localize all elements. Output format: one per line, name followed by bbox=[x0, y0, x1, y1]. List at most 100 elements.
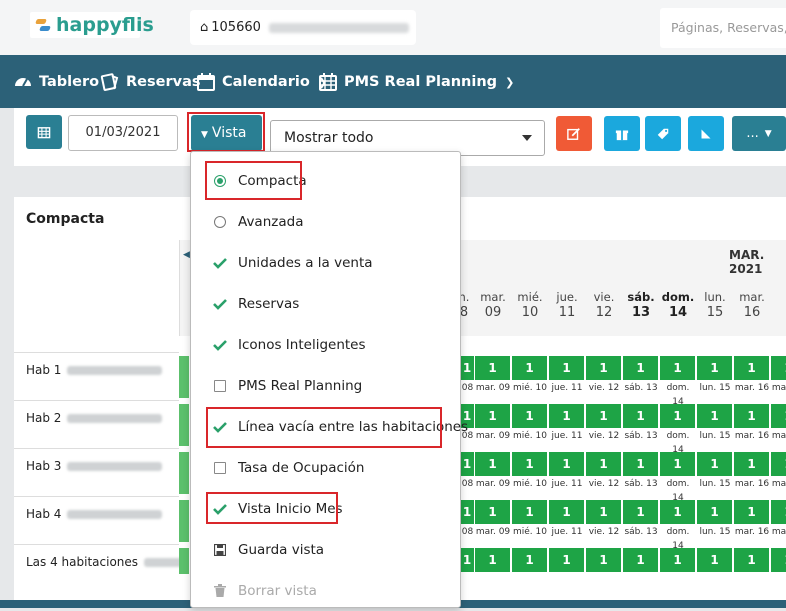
availability-cell[interactable]: 1 bbox=[549, 404, 585, 428]
availability-cell[interactable]: 1 bbox=[771, 452, 786, 476]
availability-cell[interactable]: 1 bbox=[697, 356, 733, 380]
availability-cell[interactable]: 1 bbox=[697, 404, 733, 428]
availability-cell[interactable]: 1 bbox=[771, 404, 786, 428]
availability-cell[interactable]: 1 bbox=[549, 356, 585, 380]
cell-date-label: vie. 12 bbox=[586, 381, 622, 395]
availability-cell[interactable]: 1 bbox=[734, 452, 770, 476]
availability-cell[interactable]: 1 bbox=[586, 500, 622, 524]
day-of-week: mar. bbox=[480, 290, 506, 304]
day-header: mar. 09 bbox=[475, 290, 511, 320]
grid-calendar-icon bbox=[319, 73, 337, 91]
availability-cell[interactable]: 1 bbox=[475, 548, 511, 572]
vista-menu-item[interactable]: Guarda vista bbox=[191, 529, 460, 570]
availability-cell[interactable]: 1 bbox=[623, 404, 659, 428]
room-name: Hab 1 bbox=[26, 363, 62, 377]
availability-cell[interactable]: 1 bbox=[475, 500, 511, 524]
day-header: sáb. 13 bbox=[623, 290, 659, 320]
vista-menu-item[interactable]: PMS Real Planning bbox=[191, 365, 460, 406]
nav-calendario[interactable]: Calendario ❯ bbox=[196, 72, 327, 92]
global-search-input[interactable]: Páginas, Reservas, Ha bbox=[660, 8, 786, 48]
vista-menu-item[interactable]: Tasa de Ocupación bbox=[191, 447, 460, 488]
cell-date-label: mar. 09 bbox=[475, 525, 511, 539]
availability-cell[interactable]: 1 bbox=[623, 452, 659, 476]
availability-cell[interactable]: 1 bbox=[512, 452, 548, 476]
availability-cell[interactable]: 1 bbox=[549, 500, 585, 524]
room-label[interactable]: Hab 4 bbox=[26, 507, 163, 521]
cell-date-label: mié. 10 bbox=[512, 429, 548, 443]
nav-pms-real-planning[interactable]: PMS Real Planning ❯ bbox=[318, 72, 514, 92]
corner-button[interactable] bbox=[688, 116, 724, 151]
radio-unselected-icon bbox=[213, 215, 227, 229]
availability-cell[interactable]: 1 bbox=[660, 452, 696, 476]
availability-cell[interactable]: 1 bbox=[586, 404, 622, 428]
availability-cell[interactable]: 1 bbox=[734, 404, 770, 428]
reservations-icon bbox=[100, 73, 119, 91]
availability-cell[interactable]: 1 bbox=[586, 356, 622, 380]
availability-cell[interactable]: 1 bbox=[512, 356, 548, 380]
availability-cell[interactable]: 1 bbox=[771, 548, 786, 572]
availability-cell[interactable]: 1 bbox=[697, 500, 733, 524]
gift-button[interactable] bbox=[604, 116, 640, 151]
month-label: MAR. 2021 bbox=[729, 248, 765, 276]
room-label[interactable]: Hab 3 bbox=[26, 459, 163, 473]
vista-menu-item[interactable]: Iconos Inteligentes bbox=[191, 324, 460, 365]
availability-cell[interactable]: 1 bbox=[771, 500, 786, 524]
availability-cell[interactable]: 1 bbox=[623, 356, 659, 380]
room-type-blurred bbox=[67, 414, 163, 423]
vista-menu-item[interactable]: Unidades a la venta bbox=[191, 242, 460, 283]
nav-tablero[interactable]: Tablero bbox=[13, 72, 99, 92]
availability-cell[interactable]: 1 bbox=[475, 356, 511, 380]
availability-cell[interactable]: 1 bbox=[586, 452, 622, 476]
availability-cell[interactable]: 1 bbox=[660, 356, 696, 380]
availability-cell[interactable]: 1 bbox=[512, 548, 548, 572]
happyflis-logo[interactable]: happyflis bbox=[30, 12, 154, 38]
availability-cell[interactable]: 1 bbox=[734, 356, 770, 380]
availability-cell[interactable]: 1 bbox=[771, 356, 786, 380]
vista-menu-item[interactable]: Borrar vista bbox=[191, 570, 460, 611]
availability-cell[interactable]: 1 bbox=[460, 500, 475, 524]
availability-cell[interactable]: 1 bbox=[623, 548, 659, 572]
availability-cell[interactable]: 1 bbox=[475, 452, 511, 476]
dashboard-icon bbox=[15, 78, 31, 87]
day-number: 10 bbox=[521, 305, 539, 320]
availability-cell[interactable]: 1 bbox=[460, 548, 475, 572]
room-label[interactable]: Las 4 habitaciones bbox=[26, 555, 185, 569]
prev-arrow-icon[interactable]: ◀ bbox=[183, 250, 190, 260]
availability-cell[interactable]: 1 bbox=[549, 548, 585, 572]
cell-date-label: dom. 14 bbox=[660, 477, 696, 503]
availability-cell[interactable]: 1 bbox=[460, 452, 475, 476]
availability-cell[interactable]: 1 bbox=[660, 404, 696, 428]
room-label[interactable]: Hab 2 bbox=[26, 411, 163, 425]
availability-cell[interactable]: 1 bbox=[697, 548, 733, 572]
tag-button[interactable] bbox=[645, 116, 681, 151]
availability-cell[interactable]: 1 bbox=[734, 500, 770, 524]
date-input[interactable]: 01/03/2021 bbox=[68, 115, 178, 151]
main-nav: Tablero Reservas Calendario ❯ PMS Real P… bbox=[0, 55, 786, 108]
availability-cell[interactable]: 1 bbox=[475, 404, 511, 428]
vista-menu-item[interactable]: Reservas bbox=[191, 283, 460, 324]
room-label[interactable]: Hab 1 bbox=[26, 363, 163, 377]
availability-cell[interactable]: 1 bbox=[660, 548, 696, 572]
more-options-button[interactable]: ... ▼ bbox=[732, 116, 786, 151]
availability-cell[interactable]: 1 bbox=[623, 500, 659, 524]
nav-reservas[interactable]: Reservas bbox=[100, 72, 200, 92]
availability-cell[interactable]: 1 bbox=[586, 548, 622, 572]
availability-cell[interactable]: 1 bbox=[460, 356, 475, 380]
day-of-week: sáb. bbox=[627, 290, 655, 304]
vista-menu-item[interactable]: Avanzada bbox=[191, 201, 460, 242]
cell-date-label: vie. 12 bbox=[586, 525, 622, 539]
hotel-selector[interactable]: ⌂ 105660 bbox=[190, 10, 416, 45]
day-of-week: dom. bbox=[661, 290, 695, 304]
availability-cell[interactable]: 1 bbox=[734, 548, 770, 572]
day-number: 09 bbox=[484, 305, 502, 320]
vista-menu-item-label: PMS Real Planning bbox=[238, 377, 363, 394]
edit-button[interactable] bbox=[556, 116, 592, 151]
availability-cell[interactable]: 1 bbox=[660, 500, 696, 524]
availability-cell[interactable]: 1 bbox=[697, 452, 733, 476]
availability-cell[interactable]: 1 bbox=[549, 452, 585, 476]
calendar-button[interactable] bbox=[26, 115, 62, 149]
day-number: 15 bbox=[706, 305, 724, 320]
cell-date-label: mar. 16 bbox=[734, 429, 770, 443]
availability-cell[interactable]: 1 bbox=[512, 404, 548, 428]
availability-cell[interactable]: 1 bbox=[512, 500, 548, 524]
